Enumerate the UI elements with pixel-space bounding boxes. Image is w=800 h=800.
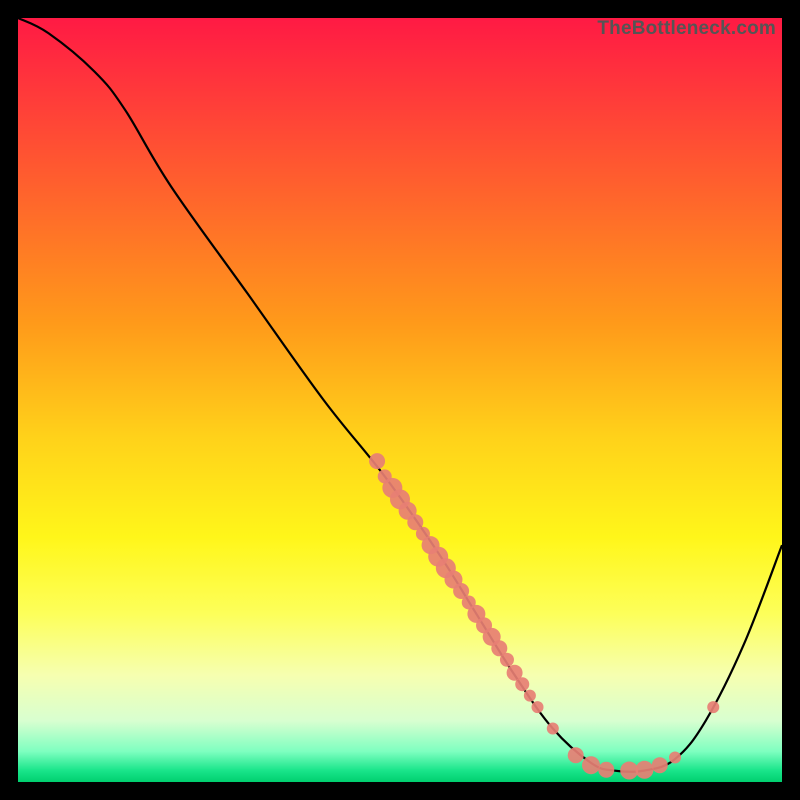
scatter-point [532,701,544,713]
scatter-point [568,747,584,763]
scatter-point [369,453,385,469]
scatter-point [524,690,536,702]
scatter-point [620,762,638,780]
plot-area: TheBottleneck.com [18,18,782,782]
scatter-point [635,761,653,779]
scatter-point [598,762,614,778]
chart-overlay [18,18,782,782]
scatter-group [369,453,719,779]
scatter-point [707,701,719,713]
scatter-point [669,752,681,764]
scatter-point [582,756,600,774]
scatter-point [500,653,514,667]
scatter-point [515,677,529,691]
scatter-point [547,723,559,735]
main-curve [18,18,782,772]
chart-frame: TheBottleneck.com [0,0,800,800]
scatter-point [652,757,668,773]
